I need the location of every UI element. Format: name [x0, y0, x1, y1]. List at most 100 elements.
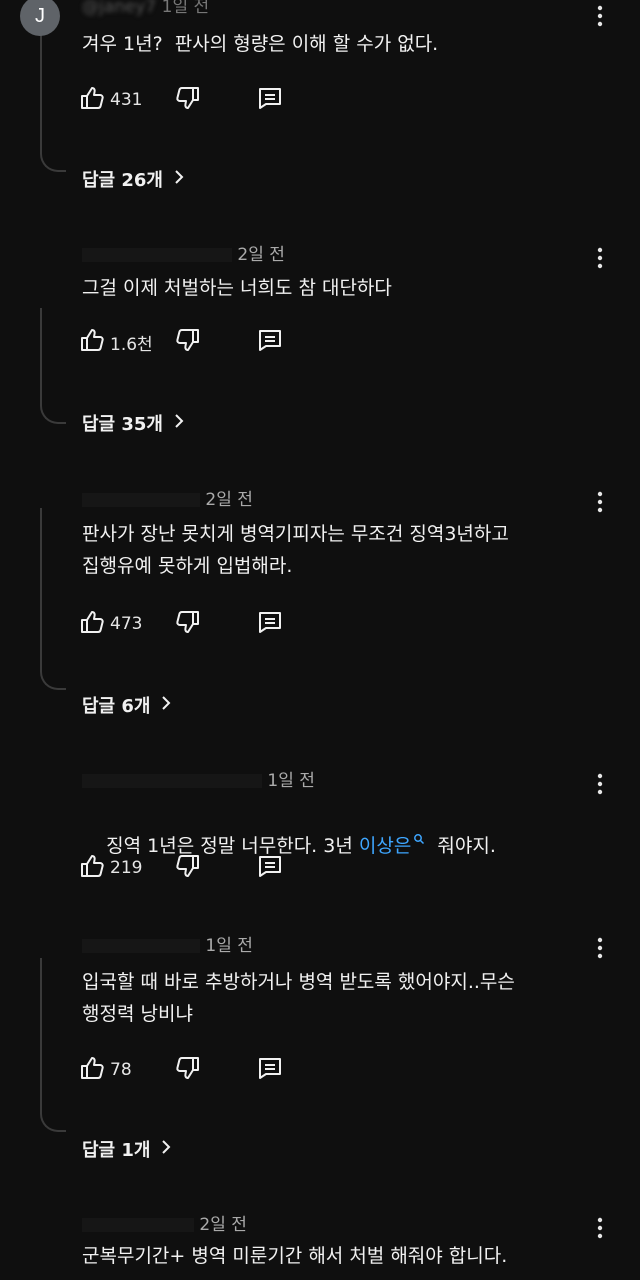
like-count: 1.6천	[110, 334, 153, 355]
redacted-author	[82, 493, 200, 507]
thread-line	[40, 508, 66, 690]
comment-actions: 1.6천	[78, 326, 338, 358]
comment-time: 2일 전	[199, 1215, 247, 1235]
comment-actions: 431	[78, 84, 338, 116]
thread-line	[40, 958, 66, 1132]
comment-text: 그걸 이제 처벌하는 너희도 참 대단하다	[82, 277, 392, 299]
more-options-icon[interactable]	[590, 488, 610, 516]
comment-meta: 2일 전	[82, 485, 253, 510]
comment: 1일 전 입국할 때 바로 추방하거나 병역 받도록 했어야지..무슨 행정력 …	[0, 928, 640, 1178]
comment-time: 1일 전	[205, 936, 253, 956]
like-count: 78	[110, 1060, 132, 1080]
avatar[interactable]	[20, 234, 60, 274]
avatar[interactable]	[20, 482, 60, 522]
chevron-right-icon	[163, 413, 187, 434]
thread-line	[40, 308, 66, 424]
reply-icon	[256, 608, 284, 640]
comment-actions: 473	[78, 608, 338, 640]
thread-line	[40, 30, 66, 172]
reply-icon	[256, 326, 284, 358]
thumbs-down-icon	[174, 608, 202, 640]
more-options-icon[interactable]	[590, 1214, 610, 1242]
comment: 2일 전 그걸 이제 처벌하는 너희도 참 대단하다 1.6천 답글 35개	[0, 230, 640, 450]
more-options-icon[interactable]	[590, 244, 610, 272]
redacted-author	[82, 939, 200, 953]
comment: 1일 전 징역 1년은 정말 너무한다. 3년 이상은 줘야지. 219	[0, 760, 640, 910]
thumbs-up-icon	[78, 852, 106, 884]
comment-meta: 1일 전	[82, 931, 253, 956]
reply-button[interactable]	[256, 608, 284, 640]
thumbs-down-icon	[174, 84, 202, 116]
replies-toggle[interactable]: 답글 6개	[82, 692, 174, 718]
comment-time: 1일 전	[267, 771, 315, 791]
search-icon	[414, 833, 425, 844]
chevron-right-icon	[150, 695, 174, 716]
like-button[interactable]: 431	[78, 84, 142, 116]
author-name[interactable]: @janey7	[82, 0, 156, 17]
like-count: 431	[110, 90, 143, 110]
reply-icon	[256, 1054, 284, 1086]
like-button[interactable]: 1.6천	[78, 326, 153, 358]
replies-toggle[interactable]: 답글 1개	[82, 1136, 174, 1162]
avatar[interactable]	[20, 932, 60, 972]
dislike-button[interactable]	[174, 1054, 202, 1086]
comment-meta: 2일 전	[82, 240, 285, 265]
avatar[interactable]	[20, 1200, 60, 1240]
comment-text: 군복무기간+ 병역 미룬기간 해서 처벌 해줘야 합니다.	[82, 1245, 508, 1267]
comment: 2일 전 판사가 장난 못치게 병역기피자는 무조건 징역3년하고 집행유예 못…	[0, 478, 640, 738]
comment-time: 1일 전	[161, 0, 210, 17]
redacted-author	[82, 774, 262, 788]
like-button[interactable]: 78	[78, 1054, 132, 1086]
comment: 2일 전 군복무기간+ 병역 미룬기간 해서 처벌 해줘야 합니다.	[0, 1196, 640, 1280]
like-button[interactable]: 219	[78, 852, 142, 884]
replies-label: 답글 35개	[82, 414, 163, 435]
comment-text: 겨우 1년? 판사의 형량은 이해 할 수가 없다.	[82, 33, 439, 55]
reply-button[interactable]	[256, 84, 284, 116]
comment-text-part: 줘야지.	[425, 835, 496, 857]
like-count: 473	[110, 614, 143, 634]
reply-icon	[256, 84, 284, 116]
replies-label: 답글 1개	[82, 1140, 151, 1161]
more-options-icon[interactable]	[590, 934, 610, 962]
reply-button[interactable]	[256, 852, 284, 884]
thumbs-down-icon	[174, 852, 202, 884]
dislike-button[interactable]	[174, 852, 202, 884]
comment-meta: @janey7 1일 전	[82, 0, 209, 17]
comment-actions: 219	[78, 852, 338, 884]
thumbs-up-icon	[78, 1054, 106, 1086]
comment-time: 2일 전	[205, 490, 253, 510]
comment-meta: 2일 전	[82, 1210, 247, 1235]
reply-button[interactable]	[256, 1054, 284, 1086]
dislike-button[interactable]	[174, 84, 202, 116]
redacted-author	[82, 248, 232, 262]
reply-icon	[256, 852, 284, 884]
replies-toggle[interactable]: 답글 26개	[82, 166, 187, 192]
thumbs-up-icon	[78, 326, 106, 358]
replies-label: 답글 26개	[82, 170, 163, 191]
search-link[interactable]: 이상은	[358, 833, 425, 857]
comment-actions: 78	[78, 1054, 338, 1086]
replies-toggle[interactable]: 답글 35개	[82, 410, 187, 436]
avatar[interactable]	[20, 764, 60, 804]
comment-meta: 1일 전	[82, 766, 315, 791]
comment: J @janey7 1일 전 겨우 1년? 판사의 형량은 이해 할 수가 없다…	[0, 0, 640, 210]
comment-text: 입국할 때 바로 추방하거나 병역 받도록 했어야지..무슨 행정력 낭비냐	[82, 971, 515, 1025]
comment-text: 판사가 장난 못치게 병역기피자는 무조건 징역3년하고 집행유예 못하게 입법…	[82, 523, 509, 577]
thumbs-down-icon	[174, 1054, 202, 1086]
chevron-right-icon	[150, 1139, 174, 1160]
comment-time: 2일 전	[237, 245, 285, 265]
like-count: 219	[110, 858, 143, 878]
reply-button[interactable]	[256, 326, 284, 358]
chevron-right-icon	[163, 169, 187, 190]
thumbs-up-icon	[78, 84, 106, 116]
more-options-icon[interactable]	[590, 2, 610, 30]
thumbs-up-icon	[78, 608, 106, 640]
like-button[interactable]: 473	[78, 608, 142, 640]
dislike-button[interactable]	[174, 326, 202, 358]
redacted-author	[82, 1218, 194, 1232]
more-options-icon[interactable]	[590, 770, 610, 798]
search-link-label: 이상은	[358, 835, 412, 857]
replies-label: 답글 6개	[82, 696, 151, 717]
dislike-button[interactable]	[174, 608, 202, 640]
thumbs-down-icon	[174, 326, 202, 358]
